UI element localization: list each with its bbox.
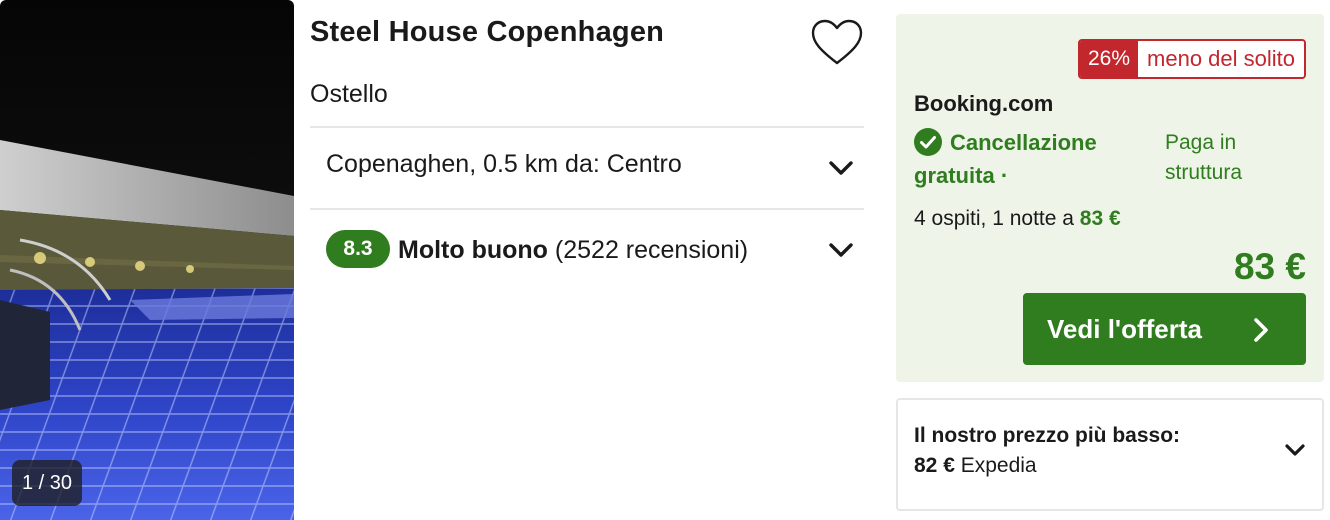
lowest-price-line: 82 € Expedia [914,454,1037,478]
discount-text: meno del solito [1138,41,1304,77]
offer-card[interactable]: 26% meno del solito Booking.com Cancella… [896,14,1324,382]
pool-image [0,0,294,520]
check-circle-icon [914,128,942,156]
hotel-photo[interactable]: 1 / 30 [0,0,294,520]
separator-dot: · [1000,163,1009,188]
payment-info: Paga in struttura [1165,131,1243,184]
review-count: (2522 recensioni) [554,236,749,264]
rating-label: Molto buono [398,236,548,264]
rating-score-badge: 8.3 [326,230,390,268]
photo-counter: 1 / 30 [12,460,83,506]
heart-icon [811,19,863,65]
hotel-type: Ostello [310,80,388,108]
hotel-name[interactable]: Steel House Copenhagen [310,16,664,49]
rating-row[interactable]: 8.3 Molto buono (2522 recensioni) [310,210,864,290]
lowest-price-title: Il nostro prezzo più basso: [914,424,1181,447]
chevron-right-icon [1254,318,1268,342]
offer-provider: Booking.com [914,91,1054,116]
guests-summary: 4 ospiti, 1 notte a 83 € [914,207,1121,231]
discount-percent: 26% [1079,41,1139,77]
rating-summary: Molto buono (2522 recensioni) [398,236,748,265]
lowest-price-provider: Expedia [960,454,1037,477]
chevron-down-icon [829,161,853,175]
view-offer-label: Vedi l'offerta [1047,314,1202,344]
favorite-button[interactable] [810,18,864,68]
view-offer-button[interactable]: Vedi l'offerta [1023,293,1306,365]
location-row[interactable]: Copenaghen, 0.5 km da: Centro [310,128,864,208]
lowest-price-value: 82 € [914,454,955,477]
offer-price: 83 € [1233,246,1306,287]
lowest-price-card[interactable]: Il nostro prezzo più basso: 82 € Expedia [896,398,1324,511]
hotel-details: Steel House Copenhagen Ostello Copenaghe… [310,0,864,520]
free-cancellation: Cancellazione gratuita · [914,126,1134,192]
chevron-down-icon [1285,444,1305,456]
guests-prefix: 4 ospiti, 1 notte a [914,207,1074,230]
discount-badge: 26% meno del solito [1077,39,1306,79]
guests-price: 83 € [1079,207,1121,230]
location-text: Copenaghen, 0.5 km da: Centro [326,150,682,178]
chevron-down-icon [829,243,853,257]
